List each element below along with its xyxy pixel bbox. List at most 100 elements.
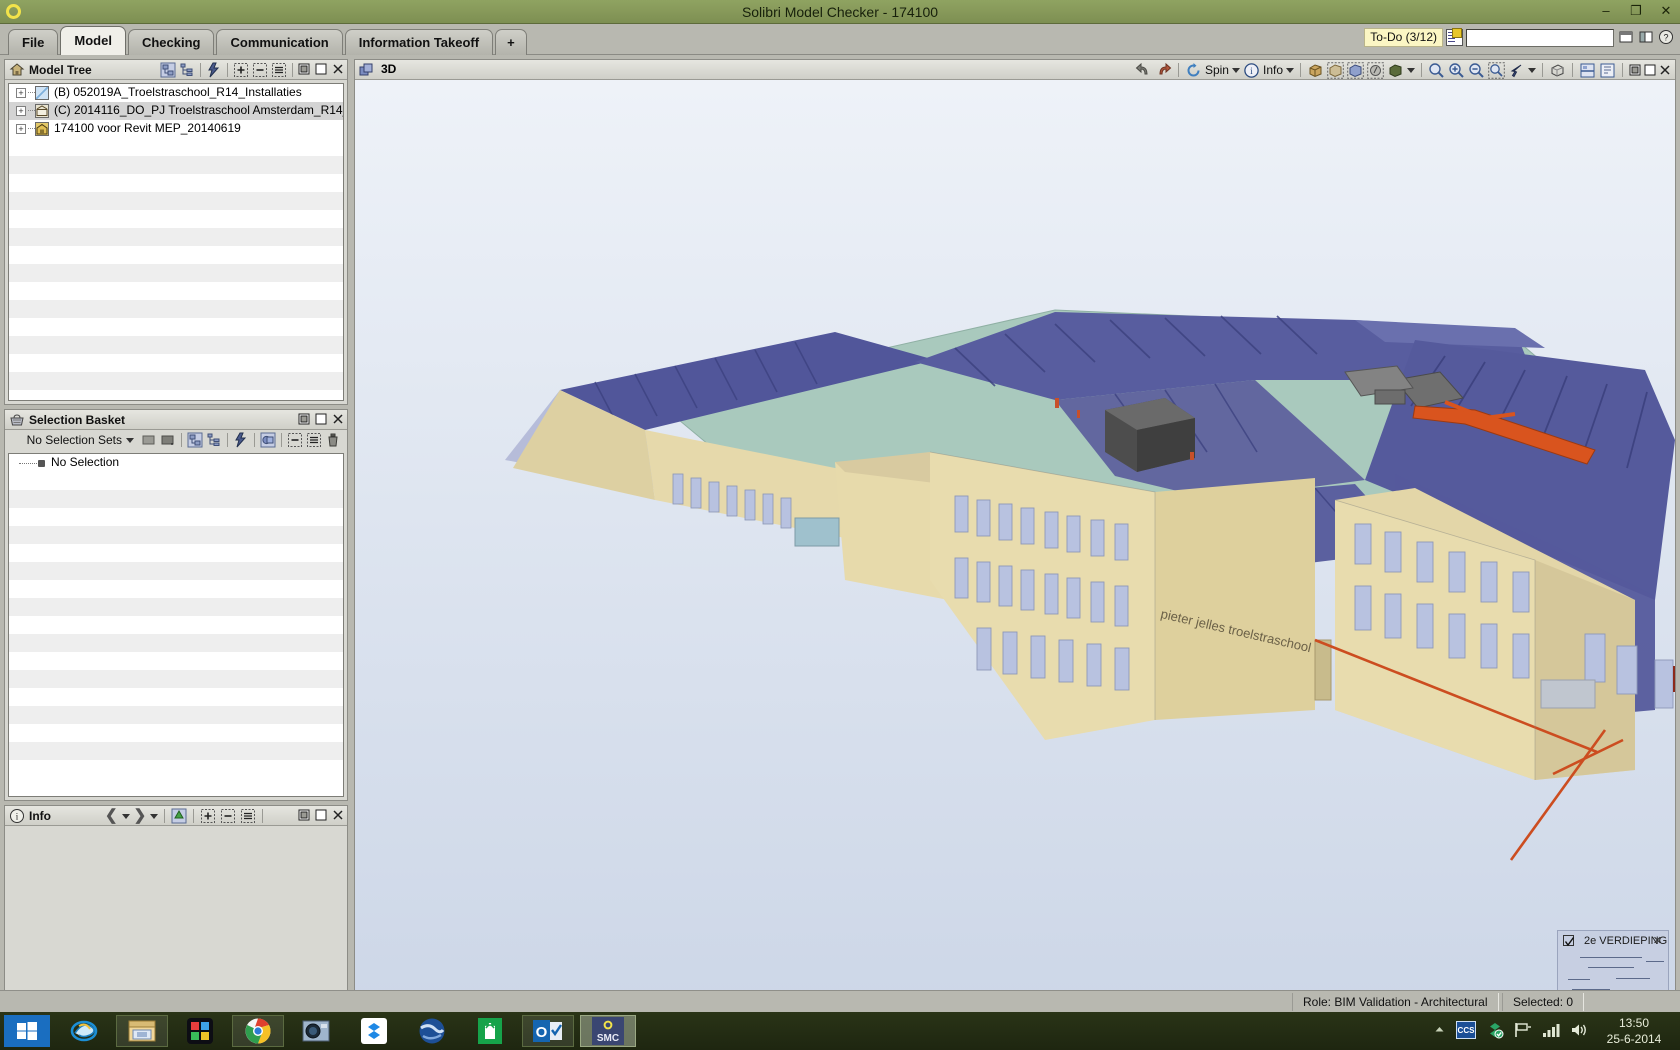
- collapse-all-icon[interactable]: [220, 808, 236, 824]
- spin-icon[interactable]: [1185, 62, 1202, 79]
- flash-select-icon[interactable]: [233, 432, 249, 448]
- solibri-model-checker-taskbar-item[interactable]: SMC: [580, 1015, 636, 1047]
- restore-icon[interactable]: [298, 63, 310, 75]
- next-dropdown-icon[interactable]: [150, 813, 159, 819]
- hierarchy-list-icon[interactable]: [206, 432, 222, 448]
- tab-checking[interactable]: Checking: [127, 29, 215, 55]
- todo-search-input[interactable]: [1466, 28, 1614, 47]
- taskbar-clock[interactable]: 13:50 25-6-2014: [1594, 1015, 1674, 1047]
- render-dropdown-icon[interactable]: [1407, 67, 1415, 73]
- windows-start-icon[interactable]: [4, 1015, 50, 1047]
- pick-dropdown-icon[interactable]: [1528, 67, 1536, 73]
- paint-box-icon[interactable]: [1367, 61, 1384, 79]
- close-button[interactable]: ✕: [1656, 2, 1676, 20]
- tab-information-takeoff[interactable]: Information Takeoff: [344, 29, 494, 55]
- info-circle-icon[interactable]: i: [1243, 62, 1260, 79]
- tab-file[interactable]: File: [8, 29, 59, 55]
- collapse-all-icon[interactable]: [287, 432, 303, 448]
- flat-list-icon[interactable]: [271, 62, 287, 78]
- layout-maximize-icon[interactable]: [1638, 29, 1654, 45]
- expand-all-icon[interactable]: [200, 808, 216, 824]
- dropbox-tray-icon[interactable]: [1486, 1021, 1504, 1042]
- prev-arrow-icon[interactable]: ❮: [105, 808, 118, 824]
- xray-box-icon[interactable]: [1347, 61, 1364, 79]
- layout-restore-icon[interactable]: [1618, 29, 1634, 45]
- wireframe-icon[interactable]: [1549, 62, 1566, 79]
- transparent-box-icon[interactable]: [1327, 61, 1344, 79]
- maximize-icon[interactable]: [315, 809, 327, 821]
- close-icon[interactable]: [1659, 64, 1671, 76]
- restore-icon[interactable]: [298, 809, 310, 821]
- zoom-area-icon[interactable]: [1488, 61, 1505, 79]
- internet-explorer-icon[interactable]: [58, 1015, 110, 1047]
- flat-list-icon[interactable]: [240, 808, 256, 824]
- info-dropdown-icon[interactable]: [1286, 67, 1294, 73]
- selection-basket-list[interactable]: No Selection: [8, 453, 344, 797]
- tab-communication[interactable]: Communication: [216, 29, 343, 55]
- camera-photo-icon[interactable]: [290, 1015, 342, 1047]
- close-icon[interactable]: ✕: [1653, 934, 1662, 947]
- google-chrome-icon[interactable]: [232, 1015, 284, 1047]
- expand-toggle-icon[interactable]: +: [16, 124, 26, 134]
- expand-all-icon[interactable]: [233, 62, 249, 78]
- 3d-model-canvas[interactable]: pieter jelles troelstraschool 2e VERDIEP…: [355, 80, 1675, 1034]
- tab-add-new[interactable]: +: [495, 29, 527, 55]
- hierarchy-select-icon[interactable]: [187, 432, 203, 448]
- delete-icon[interactable]: [325, 432, 341, 448]
- expand-toggle-icon[interactable]: +: [16, 106, 26, 116]
- help-icon[interactable]: ?: [1658, 29, 1674, 45]
- close-icon[interactable]: [332, 413, 344, 425]
- layout-restore-icon[interactable]: [1629, 64, 1641, 76]
- zoom-out-icon[interactable]: [1468, 62, 1485, 79]
- todo-badge[interactable]: To-Do (3/12): [1364, 28, 1443, 47]
- outlook-icon[interactable]: O: [522, 1015, 574, 1047]
- hierarchy-select-icon[interactable]: [160, 62, 176, 78]
- colorful-squares-icon[interactable]: [174, 1015, 226, 1047]
- file-explorer-icon[interactable]: [116, 1015, 168, 1047]
- volume-icon[interactable]: [1570, 1022, 1588, 1041]
- spin-dropdown-icon[interactable]: [1231, 67, 1240, 73]
- maximize-icon[interactable]: [315, 63, 327, 75]
- checkbox-checked-icon[interactable]: [1563, 935, 1575, 947]
- prev-dropdown-icon[interactable]: [121, 813, 130, 819]
- undo-arrow-icon[interactable]: [1135, 62, 1152, 79]
- chevron-up-icon[interactable]: [1433, 1023, 1446, 1039]
- model-tree-list[interactable]: + (B) 052019A_Troelstraschool_R14_Instal…: [8, 83, 344, 401]
- redo-arrow-icon[interactable]: [1155, 62, 1172, 79]
- minimize-button[interactable]: –: [1596, 2, 1616, 20]
- flat-list-icon[interactable]: [306, 432, 322, 448]
- info-label[interactable]: Info: [1263, 63, 1283, 77]
- remove-selection-icon[interactable]: [160, 432, 176, 448]
- network-flag-icon[interactable]: [1514, 1022, 1532, 1041]
- clip-icon[interactable]: [1599, 62, 1616, 79]
- basket-toggle-icon[interactable]: [260, 432, 276, 448]
- close-icon[interactable]: [332, 809, 344, 821]
- hierarchy-list-icon[interactable]: [179, 62, 195, 78]
- ccs-icon[interactable]: CCS: [1456, 1020, 1476, 1042]
- tree-row-installaties[interactable]: + (B) 052019A_Troelstraschool_R14_Instal…: [9, 84, 343, 102]
- maximize-button[interactable]: ❐: [1626, 2, 1646, 20]
- flash-select-icon[interactable]: [206, 62, 222, 78]
- windows-store-icon[interactable]: [464, 1015, 516, 1047]
- pick-pointer-icon[interactable]: [1508, 62, 1525, 79]
- selection-sets-dropdown[interactable]: No Selection Sets: [27, 433, 134, 447]
- section-icon[interactable]: [1579, 62, 1596, 79]
- shaded-box-icon[interactable]: [1307, 62, 1324, 79]
- dropbox-icon[interactable]: [348, 1015, 400, 1047]
- spin-label[interactable]: Spin: [1205, 63, 1229, 77]
- tree-row-revit-mep[interactable]: + 174100 voor Revit MEP_20140619: [9, 120, 343, 138]
- todo-list-icon[interactable]: [1446, 28, 1463, 46]
- zoom-fit-icon[interactable]: [1428, 62, 1445, 79]
- collapse-all-icon[interactable]: [252, 62, 268, 78]
- tree-row-architectural[interactable]: + (C) 2014116_DO_PJ Troelstraschool Amst…: [9, 102, 343, 120]
- add-selection-icon[interactable]: [141, 432, 157, 448]
- signal-bars-icon[interactable]: [1542, 1022, 1560, 1041]
- layout-maximize-icon[interactable]: [1644, 64, 1656, 76]
- restore-icon[interactable]: [298, 413, 310, 425]
- next-arrow-icon[interactable]: ❯: [134, 808, 147, 824]
- zoom-in-icon[interactable]: [1448, 62, 1465, 79]
- maximize-icon[interactable]: [315, 413, 327, 425]
- close-icon[interactable]: [332, 63, 344, 75]
- green-object-icon[interactable]: [171, 808, 187, 824]
- google-earth-icon[interactable]: [406, 1015, 458, 1047]
